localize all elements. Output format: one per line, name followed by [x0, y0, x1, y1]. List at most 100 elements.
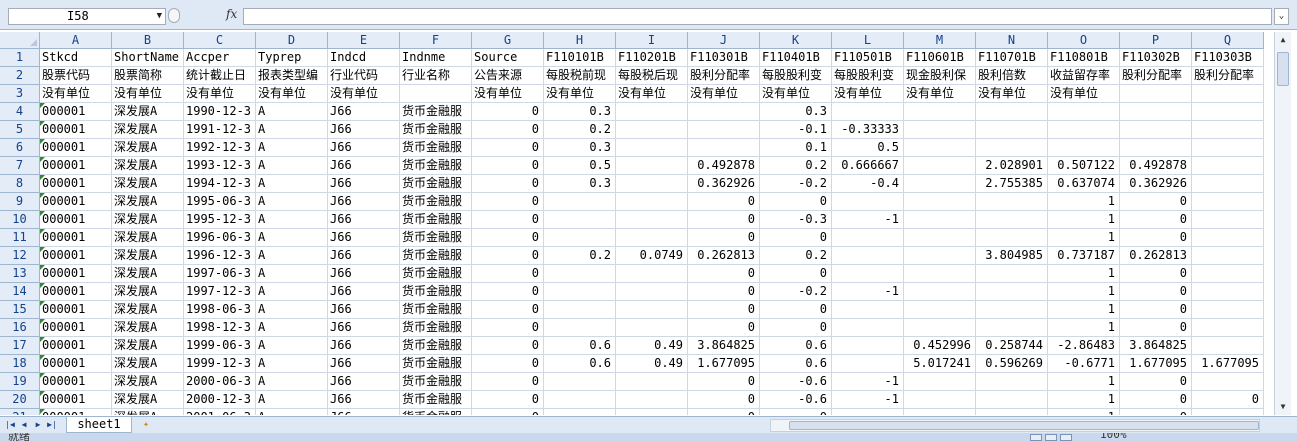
row-header[interactable]: 6	[0, 139, 40, 157]
cell[interactable]: 1994-12-3	[184, 175, 256, 193]
column-header-i[interactable]: I	[616, 32, 688, 49]
cell[interactable]: 0.6	[760, 355, 832, 373]
cell[interactable]	[832, 337, 904, 355]
cell[interactable]: F110501B	[832, 49, 904, 67]
cell[interactable]: 0.6	[544, 355, 616, 373]
cell[interactable]: 000001	[40, 373, 112, 391]
cell[interactable]: 股利分配率	[1192, 67, 1264, 85]
column-header-f[interactable]: F	[400, 32, 472, 49]
cell[interactable]	[904, 229, 976, 247]
cell[interactable]	[832, 301, 904, 319]
cell[interactable]: 3.804985	[976, 247, 1048, 265]
cell[interactable]	[1192, 319, 1264, 337]
cell[interactable]	[976, 301, 1048, 319]
cell[interactable]	[616, 283, 688, 301]
cell[interactable]: 深发展A	[112, 409, 184, 415]
cell[interactable]: 1	[1048, 319, 1120, 337]
cell[interactable]: 股票代码	[40, 67, 112, 85]
column-header-b[interactable]: B	[112, 32, 184, 49]
cell[interactable]: 0	[688, 229, 760, 247]
cell[interactable]: -1	[832, 391, 904, 409]
cell[interactable]: 货币金融服	[400, 301, 472, 319]
cell[interactable]: 0.596269	[976, 355, 1048, 373]
cell[interactable]: 0	[760, 229, 832, 247]
cell[interactable]: 0	[472, 355, 544, 373]
page-break-view-icon[interactable]	[1060, 434, 1072, 441]
cell[interactable]: 1997-06-3	[184, 265, 256, 283]
cell[interactable]: 0	[688, 301, 760, 319]
row-header[interactable]: 17	[0, 337, 40, 355]
cell[interactable]: 1	[1048, 373, 1120, 391]
cell[interactable]: 深发展A	[112, 121, 184, 139]
cell[interactable]: 1	[1048, 301, 1120, 319]
cell[interactable]	[688, 139, 760, 157]
cell[interactable]: 0	[472, 193, 544, 211]
cell[interactable]: Stkcd	[40, 49, 112, 67]
row-header[interactable]: 16	[0, 319, 40, 337]
cell[interactable]: 深发展A	[112, 247, 184, 265]
cell[interactable]	[616, 409, 688, 415]
cell[interactable]: J66	[328, 211, 400, 229]
cell[interactable]: A	[256, 193, 328, 211]
cell[interactable]	[544, 391, 616, 409]
cell[interactable]: 0.637074	[1048, 175, 1120, 193]
cell[interactable]	[544, 373, 616, 391]
cell[interactable]: 0	[472, 409, 544, 415]
cell[interactable]	[976, 265, 1048, 283]
cell[interactable]: 0	[472, 157, 544, 175]
insert-sheet-icon[interactable]: ✦	[138, 418, 154, 432]
cell[interactable]	[904, 319, 976, 337]
cell[interactable]	[976, 139, 1048, 157]
cell[interactable]: 货币金融服	[400, 391, 472, 409]
cell[interactable]: J66	[328, 103, 400, 121]
cell[interactable]	[616, 193, 688, 211]
cell[interactable]: 没有单位	[328, 85, 400, 103]
cell[interactable]: A	[256, 139, 328, 157]
cell[interactable]	[1048, 139, 1120, 157]
cell[interactable]: -0.6	[760, 391, 832, 409]
cell[interactable]: 深发展A	[112, 229, 184, 247]
cell[interactable]	[832, 355, 904, 373]
cell[interactable]	[616, 139, 688, 157]
cell[interactable]: 0.452996	[904, 337, 976, 355]
cell[interactable]	[1192, 85, 1264, 103]
cell[interactable]: -2.86483	[1048, 337, 1120, 355]
cell[interactable]	[832, 319, 904, 337]
cell[interactable]: F110401B	[760, 49, 832, 67]
cell[interactable]: J66	[328, 247, 400, 265]
cell[interactable]: 000001	[40, 391, 112, 409]
row-header[interactable]: 2	[0, 67, 40, 85]
cell[interactable]	[616, 319, 688, 337]
cell[interactable]: 0.2	[760, 247, 832, 265]
row-header[interactable]: 11	[0, 229, 40, 247]
cell[interactable]: 1.677095	[688, 355, 760, 373]
cell[interactable]	[1192, 247, 1264, 265]
cell[interactable]: 0	[760, 409, 832, 415]
insert-function-button[interactable]: fx	[226, 7, 237, 21]
cell[interactable]	[976, 283, 1048, 301]
row-header[interactable]: 20	[0, 391, 40, 409]
cell[interactable]	[976, 103, 1048, 121]
cell[interactable]: F110302B	[1120, 49, 1192, 67]
column-header-o[interactable]: O	[1048, 32, 1120, 49]
cell[interactable]	[904, 139, 976, 157]
cell[interactable]	[1192, 409, 1264, 415]
cell[interactable]	[904, 283, 976, 301]
cell[interactable]	[976, 193, 1048, 211]
cell[interactable]: 0.49	[616, 337, 688, 355]
cell[interactable]: 深发展A	[112, 319, 184, 337]
page-layout-view-icon[interactable]	[1045, 434, 1057, 441]
cell[interactable]: 0	[688, 193, 760, 211]
cell[interactable]: 0.258744	[976, 337, 1048, 355]
row-header[interactable]: 1	[0, 49, 40, 67]
cell[interactable]: A	[256, 157, 328, 175]
cell[interactable]: 深发展A	[112, 157, 184, 175]
cell[interactable]: 0	[688, 391, 760, 409]
cell[interactable]	[1192, 175, 1264, 193]
column-header-l[interactable]: L	[832, 32, 904, 49]
cell[interactable]: 货币金融服	[400, 373, 472, 391]
cell[interactable]: -0.1	[760, 121, 832, 139]
cell[interactable]	[976, 229, 1048, 247]
cell[interactable]	[1192, 283, 1264, 301]
cell[interactable]: J66	[328, 265, 400, 283]
